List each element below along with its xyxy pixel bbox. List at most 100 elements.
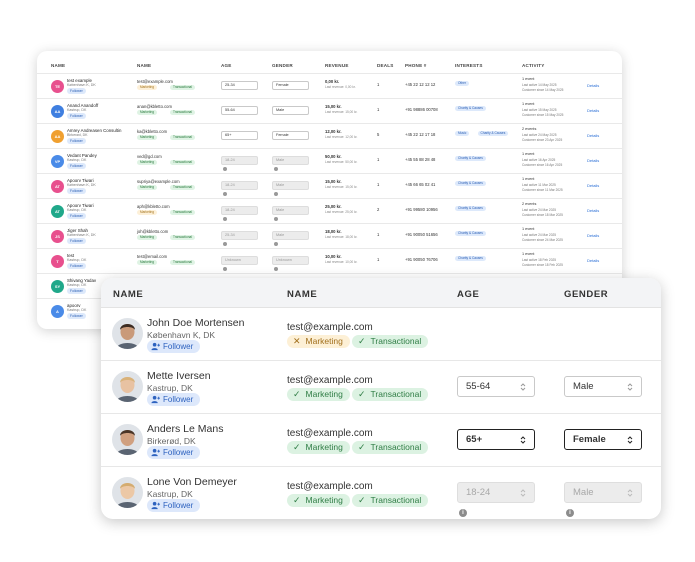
marketing-label: Marketing	[305, 442, 343, 452]
marketing-tag: Marketing	[137, 235, 157, 240]
age-select[interactable]: 18-24	[221, 206, 258, 215]
activity-last-active: Last active 24 May 2025	[522, 133, 557, 137]
age-select[interactable]: 55-64	[457, 376, 535, 397]
follower-badge: Follower	[67, 238, 86, 244]
gender-select[interactable]: Female	[272, 81, 309, 90]
contact-location: Kastrup, DK	[67, 308, 87, 312]
follower-badge: Follower	[67, 88, 86, 94]
age-select[interactable]: 18-24	[457, 482, 535, 503]
info-icon[interactable]	[223, 167, 227, 171]
info-icon[interactable]	[274, 242, 278, 246]
info-icon[interactable]	[274, 167, 278, 171]
marketing-tag: Marketing	[137, 85, 157, 90]
age-select[interactable]: 65+	[221, 131, 258, 140]
activity-events: 2 events	[522, 127, 537, 131]
header-name: NAME	[113, 289, 144, 300]
details-link[interactable]: Details	[587, 208, 599, 213]
marketing-consent-chip: ✓ Marketing	[287, 388, 350, 401]
gender-select[interactable]: Female	[564, 429, 642, 450]
contact-email: ved@gd.com	[137, 154, 162, 159]
contact-location: Kastrup, DK	[147, 383, 193, 393]
avatar-photo	[112, 318, 143, 349]
activity-last-active: Last active 18 Feb 2025	[522, 258, 557, 262]
chevron-updown-icon	[520, 489, 526, 497]
table-row: Mette Iversen Kastrup, DK Follower test@exa…	[101, 361, 661, 414]
avatar: AT	[51, 205, 64, 218]
age-select[interactable]: 18-24	[221, 156, 258, 165]
activity-customer-since: Customer since 14 May 2025	[522, 88, 564, 92]
transactional-consent-chip: ✓ Transactional	[352, 494, 429, 507]
contact-location: Kastrup, DK	[67, 283, 87, 287]
marketing-tag: Marketing	[137, 185, 157, 190]
back-table-row: TE test example København K, DK Follower tes…	[37, 73, 622, 98]
phone-number: +91 99580 10956	[405, 207, 438, 212]
contact-location: København K, DK	[67, 83, 96, 87]
info-icon[interactable]	[274, 192, 278, 196]
details-link[interactable]: Details	[587, 133, 599, 138]
chevron-updown-icon	[520, 383, 526, 391]
avatar: JS	[51, 230, 64, 243]
back-header-interests: INTERESTS	[455, 63, 483, 68]
contact-location: København K, DK	[147, 330, 216, 340]
details-link[interactable]: Details	[587, 158, 599, 163]
gender-select[interactable]: Unknown	[272, 256, 309, 265]
info-icon[interactable]	[274, 267, 278, 271]
deals-count: 2	[377, 207, 380, 212]
gender-select[interactable]: Male	[272, 181, 309, 190]
interest-tag: Charity & Causes	[455, 206, 486, 211]
age-select[interactable]: 65+	[457, 429, 535, 450]
info-icon[interactable]	[223, 267, 227, 271]
contact-email: test@example.com	[287, 481, 373, 492]
age-select[interactable]: 25-34	[221, 231, 258, 240]
follower-badge: Follower	[67, 288, 86, 294]
age-select[interactable]: 25-34	[221, 81, 258, 90]
details-link[interactable]: Details	[587, 108, 599, 113]
contact-email: test@example.com	[287, 375, 373, 386]
revenue-last: Last revenue: 50,00 kr.	[325, 160, 358, 164]
transactional-consent-chip: ✓ Transactional	[352, 335, 429, 348]
phone-number: +45 55 88 28 48	[405, 157, 436, 162]
avatar: T	[51, 255, 64, 268]
revenue-value: 10,00 kr.	[325, 254, 342, 259]
table-row: Lone Von Demeyer Kastrup, DK Follower test@…	[101, 467, 661, 519]
info-icon[interactable]	[223, 217, 227, 221]
activity-last-active: Last active 11 Mar 2025	[522, 183, 556, 187]
gender-select[interactable]: Male	[272, 106, 309, 115]
contact-email: ka@kbletto.com	[137, 129, 168, 134]
table-row: John Doe Mortensen København K, DK Followe…	[101, 308, 661, 361]
age-select[interactable]: 55-64	[221, 106, 258, 115]
avatar	[112, 318, 143, 349]
gender-select[interactable]: Male	[564, 376, 642, 397]
marketing-tag: Marketing	[137, 135, 157, 140]
age-select[interactable]: 18-24	[221, 181, 258, 190]
info-icon[interactable]	[223, 192, 227, 196]
contact-location: Birkerød, DK	[147, 436, 196, 446]
check-icon: ✓	[293, 442, 301, 452]
gender-select[interactable]: Female	[272, 131, 309, 140]
marketing-label: Marketing	[305, 336, 343, 346]
age-select[interactable]: Unknown	[221, 256, 258, 265]
activity-events: 1 event	[522, 152, 535, 156]
gender-select[interactable]: Male	[564, 482, 642, 503]
contact-name: Anders Le Mans	[147, 423, 224, 435]
details-link[interactable]: Details	[587, 83, 599, 88]
details-link[interactable]: Details	[587, 258, 599, 263]
info-icon[interactable]	[274, 217, 278, 221]
gender-select[interactable]: Male	[272, 206, 309, 215]
follower-badge: Follower	[147, 340, 201, 353]
follower-badge: Follower	[67, 263, 86, 269]
details-link[interactable]: Details	[587, 233, 599, 238]
info-icon[interactable]	[223, 242, 227, 246]
avatar: AA	[51, 105, 64, 118]
phone-number: +45 22 12 17 18	[405, 132, 436, 137]
activity-customer-since: Customer since 24 Mar 2025	[522, 238, 563, 242]
gender-select[interactable]: Male	[272, 156, 309, 165]
interest-tag: Charity & Causes	[455, 156, 486, 161]
check-icon: ✓	[358, 442, 366, 452]
back-header-revenue: REVENUE	[325, 63, 349, 68]
info-icon[interactable]: i	[566, 509, 574, 517]
gender-value: Male	[573, 381, 594, 392]
gender-select[interactable]: Male	[272, 231, 309, 240]
info-icon[interactable]: i	[459, 509, 467, 517]
details-link[interactable]: Details	[587, 183, 599, 188]
